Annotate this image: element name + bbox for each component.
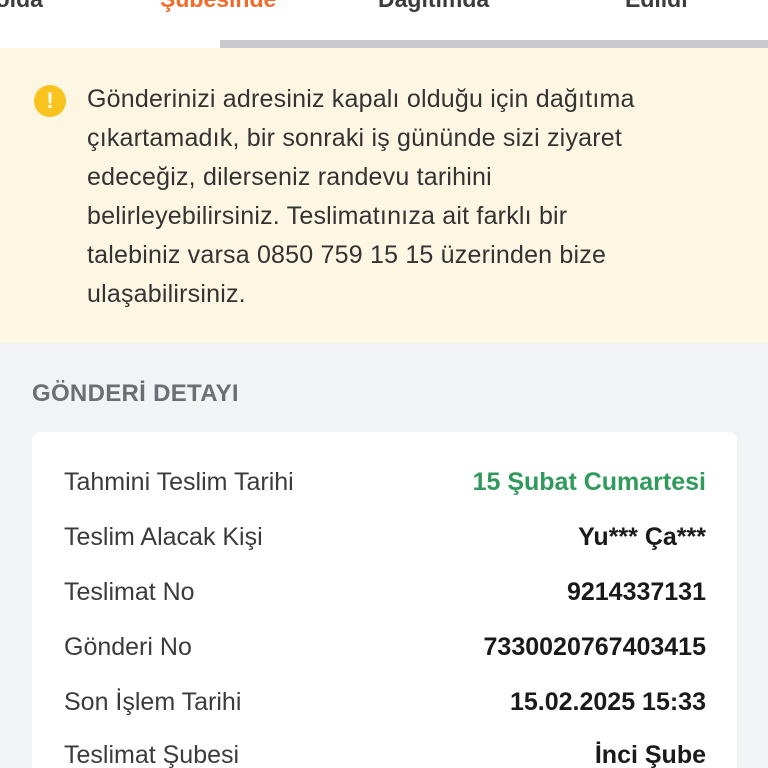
detail-value: 15 Şubat Cumartesi	[472, 467, 706, 496]
detail-row-last-action-date: Son İşlem Tarihi 15.02.2025 15:33	[64, 684, 706, 720]
detail-row-delivery-no: Teslimat No 9214337131	[64, 574, 706, 610]
detail-label: Teslim Alacak Kişi	[64, 522, 263, 551]
section-title: GÖNDERİ DETAYI	[32, 380, 239, 407]
tab-out-for-delivery[interactable]: Dağıtımda	[378, 0, 489, 13]
shipment-detail-card: Tahmini Teslim Tarihi 15 Şubat Cumartesi…	[32, 432, 737, 768]
tab-on-the-way[interactable]: Yolda	[0, 0, 43, 13]
notice-line: belirleyebilirsiniz. Teslimatınıza ait f…	[87, 202, 568, 230]
detail-row-recipient: Teslim Alacak Kişi Yu*** Ça***	[64, 519, 706, 555]
detail-value[interactable]: 9214337131	[567, 578, 706, 607]
notice-line: ulaşabilirsiniz.	[87, 280, 246, 308]
delivery-notice-text: Gönderinizi adresiniz kapalı olduğu için…	[87, 80, 747, 314]
detail-label: Gönderi No	[64, 632, 192, 661]
notice-line: çıkartamadık, bir sonraki iş gününde siz…	[87, 124, 623, 152]
detail-label: Teslimat Şubesi	[64, 740, 240, 768]
status-tabs: Yolda Şubesinde Dağıtımda Edildi	[0, 0, 768, 48]
detail-row-delivery-branch: Teslimat Şubesi İnci Şube	[64, 737, 706, 768]
tab-delivered[interactable]: Edildi	[625, 0, 688, 13]
detail-label: Teslimat No	[64, 577, 195, 606]
detail-row-estimated-date: Tahmini Teslim Tarihi 15 Şubat Cumartesi	[64, 464, 706, 500]
notice-line: Gönderinizi adresiniz kapalı olduğu için…	[87, 85, 635, 113]
warning-icon: !	[34, 85, 66, 117]
detail-row-shipment-no: Gönderi No 7330020767403415	[64, 629, 706, 665]
notice-line: talebiniz varsa 0850 759 15 15 üzerinden…	[87, 241, 607, 269]
detail-value: 15.02.2025 15:33	[509, 687, 706, 716]
detail-label: Tahmini Teslim Tarihi	[64, 467, 294, 496]
notice-line: edeceğiz, dilerseniz randevu tarihini	[87, 163, 492, 191]
tab-progress-track	[220, 40, 768, 48]
detail-value[interactable]: İnci Şube	[595, 741, 706, 768]
detail-value[interactable]: 7330020767403415	[484, 633, 706, 662]
tab-at-branch[interactable]: Şubesinde	[160, 0, 276, 13]
detail-label: Son İşlem Tarihi	[64, 687, 242, 716]
detail-value: Yu*** Ça***	[578, 522, 706, 551]
